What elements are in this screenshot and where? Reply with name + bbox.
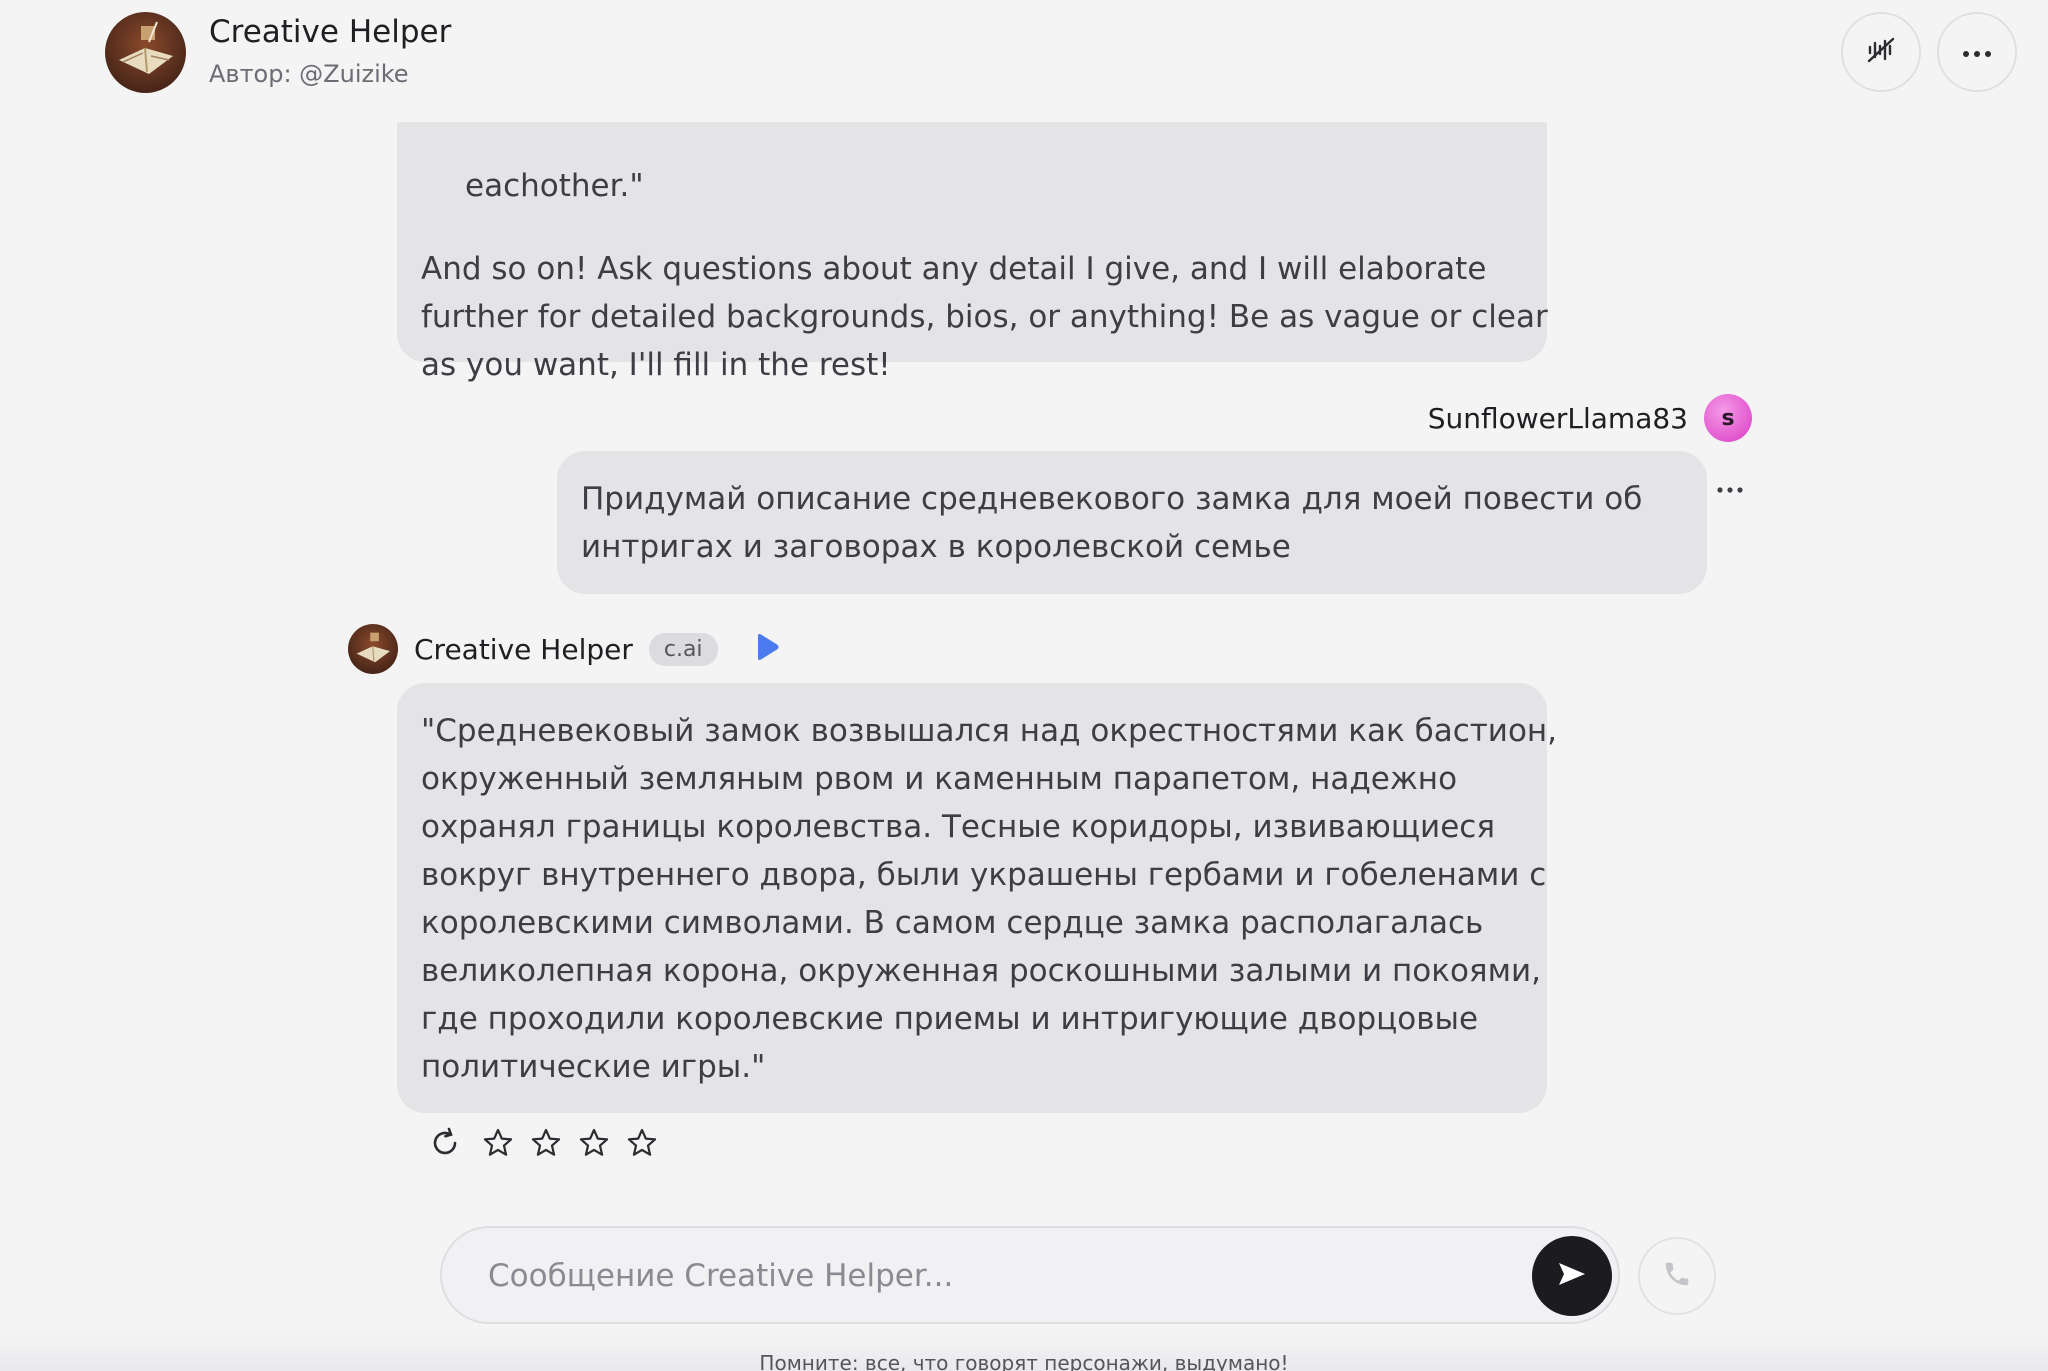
character-title: Creative Helper <box>209 14 452 50</box>
chat-header: Creative Helper Автор: @Zuizike <box>0 0 2048 122</box>
mute-voice-button[interactable] <box>1841 12 1921 92</box>
more-horizontal-icon <box>1962 43 1992 62</box>
message-line: великолепная корона, окруженная роскошны… <box>421 953 1541 989</box>
voice-off-icon <box>1864 33 1898 71</box>
message-options-button[interactable] <box>1717 478 1743 497</box>
regenerate-button[interactable] <box>428 1126 462 1164</box>
user-avatar[interactable]: s <box>1704 394 1752 442</box>
message-line: eachother." <box>465 168 644 204</box>
cai-badge: c.ai <box>648 632 718 666</box>
chat-page: eachother." And so on! Ask questions abo… <box>0 0 2048 1371</box>
call-button[interactable] <box>1638 1237 1716 1315</box>
send-icon <box>1555 1259 1589 1293</box>
message-line: королевскими символами. В самом сердце з… <box>421 905 1484 941</box>
user-message-header: SunflowerLlama83 s <box>1428 394 1752 442</box>
message-line: Придумай описание средневекового замка д… <box>581 481 1643 517</box>
rating-star-3[interactable] <box>578 1127 610 1163</box>
message-line: где проходили королевские приемы и интри… <box>421 1001 1479 1037</box>
message-line: вокруг внутреннего двора, были украшены … <box>421 857 1547 893</box>
message-line: окруженный земляным рвом и каменным пара… <box>421 761 1458 797</box>
send-button[interactable] <box>1532 1236 1612 1316</box>
star-outline-icon <box>626 1127 658 1163</box>
chat-options-button[interactable] <box>1937 12 2017 92</box>
star-outline-icon <box>578 1127 610 1163</box>
refresh-icon <box>428 1126 462 1164</box>
message-line: as you want, I'll fill in the rest! <box>421 347 891 383</box>
rating-star-2[interactable] <box>530 1127 562 1163</box>
message-composer <box>440 1226 1620 1324</box>
user-name: SunflowerLlama83 <box>1427 401 1688 435</box>
bot-avatar[interactable] <box>348 624 398 674</box>
star-outline-icon <box>530 1127 562 1163</box>
bot-message: "Средневековый замок возвышался над окре… <box>397 683 1558 1113</box>
phone-icon <box>1662 1259 1692 1293</box>
star-outline-icon <box>482 1127 514 1163</box>
character-author[interactable]: Автор: @Zuizike <box>209 60 409 88</box>
disclaimer-text: Помните: все, что говорят персонажи, выд… <box>759 1351 1289 1371</box>
message-line: And so on! Ask questions about any detai… <box>421 251 1487 287</box>
message-line: охранял границы королевства. Тесные кори… <box>421 809 1495 845</box>
user-message: Придумай описание средневекового замка д… <box>557 451 1707 594</box>
play-voice-button[interactable] <box>754 633 780 665</box>
character-avatar[interactable] <box>105 12 186 93</box>
message-line: "Средневековый замок возвышался над окре… <box>421 713 1558 749</box>
message-line: политические игры." <box>421 1049 766 1085</box>
play-icon <box>754 633 780 665</box>
rating-star-1[interactable] <box>482 1127 514 1163</box>
bot-name: Creative Helper <box>414 632 633 666</box>
more-horizontal-icon <box>1717 478 1743 497</box>
message-line: further for detailed backgrounds, bios, … <box>421 299 1548 335</box>
rating-star-4[interactable] <box>626 1127 658 1163</box>
message-actions <box>428 1126 674 1164</box>
message-input[interactable] <box>488 1250 1528 1302</box>
bot-message-header: Creative Helper c.ai <box>348 624 780 674</box>
message-line: интригах и заговорах в королевской семье <box>581 529 1291 565</box>
